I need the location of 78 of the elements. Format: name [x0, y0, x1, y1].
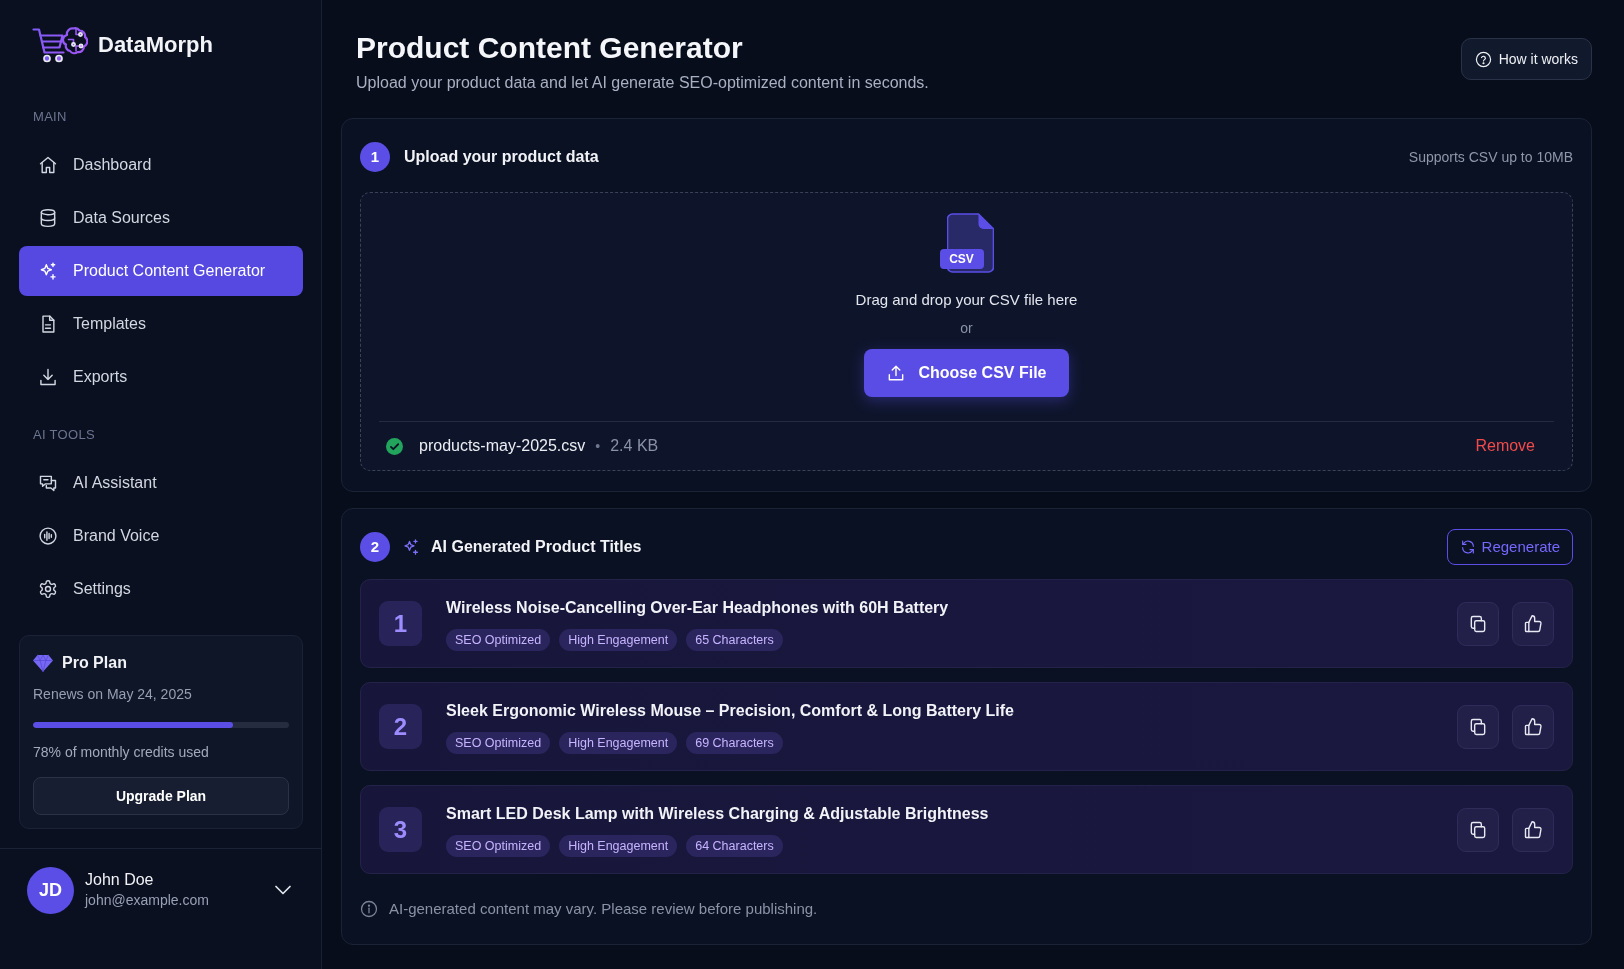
- like-button[interactable]: [1512, 807, 1554, 852]
- thumbs-up-icon: [1523, 716, 1543, 737]
- chat-bubbles-icon: [38, 473, 58, 493]
- user-avatar: JD: [27, 867, 74, 914]
- disclaimer-text: AI-generated content may vary. Please review before publishing.: [389, 899, 818, 919]
- section-title: AI Generated Product Titles: [431, 537, 642, 557]
- product-title: Smart LED Desk Lamp with Wireless Charging & Adjustable Brightness: [446, 803, 989, 824]
- info-icon: [360, 900, 378, 918]
- page-subtitle: Upload your product data and let AI generate SEO-optimized content in seconds.: [356, 73, 929, 93]
- user-name: John Doe: [85, 870, 155, 890]
- drop-instructions: Drag and drop your CSV file here: [854, 290, 1079, 310]
- diamond-icon: [33, 654, 53, 672]
- settings-icon: [38, 579, 58, 599]
- choose-file-button[interactable]: Choose CSV File: [864, 349, 1069, 397]
- how-it-works-button[interactable]: How it works: [1460, 38, 1592, 80]
- or-separator: or: [959, 319, 974, 337]
- help-icon: [1474, 50, 1492, 68]
- section-label: AI TOOLS: [32, 427, 96, 443]
- thumbs-up-icon: [1523, 613, 1543, 634]
- tag: 65 Characters: [686, 628, 783, 651]
- sparkles-icon: [38, 261, 58, 281]
- upload-limit-note: Supports CSV up to 10MB: [1408, 147, 1573, 167]
- regenerate-button[interactable]: Regenerate: [1446, 529, 1573, 565]
- remove-file-button[interactable]: Remove: [1475, 434, 1535, 458]
- nav-item[interactable]: Dashboard: [19, 140, 303, 190]
- nav-item[interactable]: Settings: [19, 564, 303, 614]
- sparkles-icon: [402, 538, 420, 556]
- copy-button[interactable]: [1457, 601, 1499, 646]
- file-name: products-may-2025.csv: [419, 436, 586, 456]
- tag: SEO Optimized: [446, 834, 551, 857]
- brand-name: DataMorph: [98, 30, 213, 59]
- page-title: Product Content Generator: [356, 30, 744, 66]
- credits-usage-text: 78% of monthly credits used: [33, 743, 210, 762]
- like-button[interactable]: [1512, 704, 1554, 749]
- file-type-badge: CSV: [939, 249, 984, 269]
- audio-wave-icon: [38, 526, 58, 546]
- upgrade-plan-button[interactable]: Upgrade Plan: [33, 777, 289, 815]
- rank-number: 2: [379, 704, 422, 749]
- renewal-date: Renews on May 24, 2025: [33, 685, 193, 704]
- nav-item[interactable]: AI Assistant: [19, 458, 303, 508]
- tag: SEO Optimized: [446, 731, 551, 754]
- tag: High Engagement: [559, 834, 678, 857]
- database-icon: [38, 208, 58, 228]
- thumbs-up-icon: [1523, 819, 1543, 840]
- copy-icon: [1468, 819, 1488, 840]
- nav-item[interactable]: Product Content Generator: [19, 246, 303, 296]
- step-number: 1: [360, 142, 390, 172]
- like-button[interactable]: [1512, 601, 1554, 646]
- plan-name: Pro Plan: [62, 653, 127, 673]
- check-circle-icon: [386, 437, 403, 455]
- copy-button[interactable]: [1457, 704, 1499, 749]
- rank-number: 3: [379, 807, 422, 852]
- tag: 69 Characters: [686, 731, 783, 754]
- rank-number: 1: [379, 601, 422, 646]
- copy-button[interactable]: [1457, 807, 1499, 852]
- product-title: Wireless Noise-Cancelling Over-Ear Headphones with 60H Battery: [446, 597, 949, 618]
- nav-item[interactable]: Templates: [19, 299, 303, 349]
- copy-icon: [1468, 613, 1488, 634]
- separator-dot: •: [595, 436, 601, 456]
- download-icon: [38, 367, 58, 387]
- tag: High Engagement: [559, 628, 678, 651]
- nav-item[interactable]: Exports: [19, 352, 303, 402]
- file-drop-zone[interactable]: CSV Drag and drop your CSV file here or Choose CSV File products-may-2025.csv • 2.4 KB Remove: [360, 192, 1573, 471]
- section-title: Upload your product data: [404, 147, 599, 167]
- tag: SEO Optimized: [446, 628, 551, 651]
- file-size: 2.4 KB: [610, 436, 659, 456]
- user-email: john@example.com: [85, 891, 209, 910]
- step-number: 2: [360, 532, 390, 562]
- nav-item[interactable]: Data Sources: [19, 193, 303, 243]
- home-icon: [38, 155, 58, 175]
- cart-logo-icon: [32, 24, 88, 64]
- nav-item[interactable]: Brand Voice: [19, 511, 303, 561]
- refresh-icon: [1459, 539, 1476, 555]
- copy-icon: [1468, 716, 1488, 737]
- tag: High Engagement: [559, 731, 678, 754]
- product-title: Sleek Ergonomic Wireless Mouse – Precision, Comfort & Long Battery Life: [446, 700, 1014, 721]
- tag: 64 Characters: [686, 834, 783, 857]
- section-label: MAIN: [32, 109, 68, 125]
